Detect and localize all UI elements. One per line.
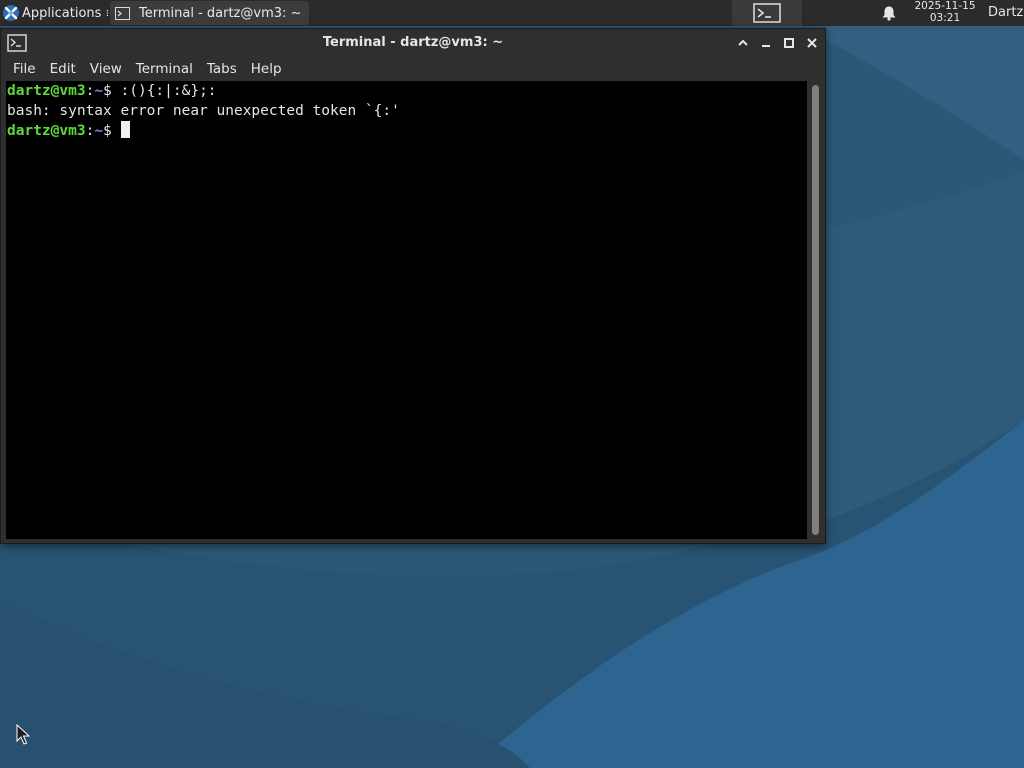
terminal-line: dartz@vm3:~$ xyxy=(7,121,807,141)
maximize-icon xyxy=(784,38,794,48)
clock-time: 03:21 xyxy=(929,11,961,24)
terminal-icon xyxy=(115,6,130,20)
user-menu-button[interactable]: Dartz xyxy=(988,0,1023,26)
terminal-launcher-button[interactable] xyxy=(732,0,802,26)
prompt-path: ~ xyxy=(94,123,104,139)
shade-button[interactable] xyxy=(734,34,752,52)
applications-menu-button[interactable]: Applications ≡ xyxy=(0,0,108,26)
mouse-pointer-icon xyxy=(16,724,30,745)
applications-label: Applications ≡ xyxy=(22,5,108,21)
prompt-symbol: $ xyxy=(103,123,112,139)
menu-tabs[interactable]: Tabs xyxy=(200,58,244,80)
menu-file[interactable]: File xyxy=(6,58,43,80)
chevron-up-icon xyxy=(738,39,748,46)
menu-view[interactable]: View xyxy=(83,58,129,80)
terminal-icon xyxy=(753,3,781,23)
terminal-line: bash: syntax error near unexpected token… xyxy=(7,102,807,122)
clock[interactable]: 2025-11-15 03:21 xyxy=(906,0,984,24)
scrollbar-thumb[interactable] xyxy=(812,85,819,535)
output-text: bash: syntax error near unexpected token… xyxy=(7,102,400,119)
terminal-output[interactable]: dartz@vm3:~$ :(){:|:&};: bash: syntax er… xyxy=(6,81,807,539)
terminal-line: dartz@vm3:~$ :(){:|:&};: xyxy=(7,82,807,102)
prompt-path: ~ xyxy=(94,83,104,99)
text-cursor xyxy=(120,121,130,138)
close-icon xyxy=(807,38,817,48)
xfce-logo-icon xyxy=(3,5,19,21)
menu-terminal[interactable]: Terminal xyxy=(129,58,200,80)
window-title: Terminal - dartz@vm3: ~ xyxy=(322,35,504,50)
taskbar-terminal-label: Terminal - dartz@vm3: ~ xyxy=(139,5,302,21)
minimize-icon xyxy=(762,45,770,47)
terminal-window: Terminal - dartz@vm3: ~ File Edit View T… xyxy=(0,28,826,544)
menu-edit[interactable]: Edit xyxy=(43,58,83,80)
prompt-user: dartz@vm3 xyxy=(7,83,86,99)
prompt-separator: : xyxy=(85,83,95,99)
minimize-button[interactable] xyxy=(757,34,775,52)
taskbar-terminal-button[interactable]: Terminal - dartz@vm3: ~ xyxy=(110,1,309,25)
command-text xyxy=(112,123,121,139)
menu-help[interactable]: Help xyxy=(244,58,289,80)
bell-icon[interactable] xyxy=(880,5,898,21)
top-panel: Applications ≡ Terminal - dartz@vm3: ~ 2… xyxy=(0,0,1024,26)
menu-bar: File Edit View Terminal Tabs Help xyxy=(1,57,825,81)
command-text: :(){:|:&};: xyxy=(111,83,217,99)
close-button[interactable] xyxy=(803,34,821,52)
maximize-button[interactable] xyxy=(780,34,798,52)
clock-date: 2025-11-15 xyxy=(914,0,976,12)
prompt-user: dartz@vm3 xyxy=(7,123,86,139)
prompt-symbol: $ xyxy=(103,83,112,99)
prompt-separator: : xyxy=(85,123,95,139)
window-titlebar[interactable]: Terminal - dartz@vm3: ~ xyxy=(1,29,825,57)
terminal-scrollbar[interactable] xyxy=(809,81,823,539)
